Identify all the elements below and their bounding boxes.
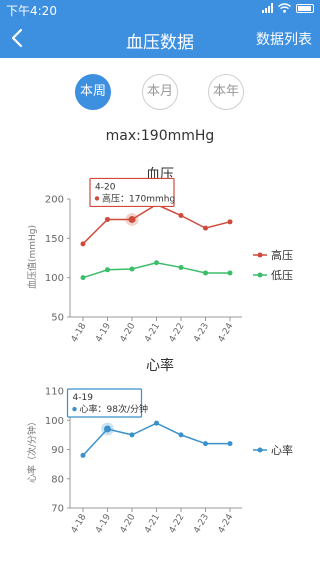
tooltip-separator: ： [98,405,107,415]
x-tick-label: 4-24 [217,321,236,344]
data-point [80,452,86,458]
tooltip-series-label: 心率 [80,403,98,415]
data-point [80,241,86,247]
legend-label: 高压 [271,248,293,262]
y-tick-label: 100 [45,273,64,284]
data-list-button[interactable]: 数据列表 [256,29,312,49]
data-point [154,260,159,266]
tooltip-date: 4-20 [95,182,116,192]
x-tick-label: 4-21 [143,513,162,536]
tab-week[interactable]: 本周 [75,74,111,110]
data-point [178,264,184,270]
tab-year[interactable]: 本年 [208,74,244,110]
x-tick-label: 4-22 [168,322,187,345]
y-tick-label: 50 [51,313,64,324]
tooltip-marker [94,196,100,201]
status-bar: 下午4:20 [0,0,320,18]
chart-title: 心率 [146,357,174,374]
tooltip-value-text: 170mmhg [129,194,175,204]
y-tick-label: 200 [45,195,64,206]
tab-month[interactable]: 本月 [142,74,178,110]
tooltip-separator: ： [120,194,129,204]
heart-rate-chart: 心率 心率（次/分钟） 70 80 90 100 110 4-18 4-19 4-20 4-21… [26,357,293,536]
x-tick-label: 4-20 [119,321,138,344]
legend-marker [257,252,263,258]
data-point [203,270,208,276]
data-point [129,432,135,438]
legend-label: 心率 [271,443,293,457]
data-point [105,216,110,222]
tooltip-marker [72,406,77,412]
status-time: 下午4:20 [6,4,57,18]
blood-pressure-chart: 血压 血压值(mmHg) 501001502004-18 4-19 4-20 4-21… [26,167,293,345]
x-tick-label: 4-24 [217,512,236,535]
x-tick-label: 4-23 [192,322,211,345]
max-value-label: max:190mmHg [105,128,215,144]
x-tick-label: 4-21 [143,322,162,345]
data-point [203,441,208,447]
period-tabs: 本周 本月 本年 [0,72,320,112]
wifi-icon [278,3,291,13]
tooltip-series-label: 高压 [102,192,120,204]
y-tick-label: 90 [51,445,64,456]
x-tick-label: 4-23 [192,513,211,536]
data-point [203,225,208,231]
legend-label: 低压 [271,269,293,282]
data-point [80,275,86,281]
y-tick-label: 80 [51,474,64,485]
y-axis-label: 心率（次/分钟） [26,417,38,483]
status-icons [262,3,314,13]
data-point [227,441,233,447]
battery-icon [296,3,314,13]
y-tick-label: 150 [45,234,64,245]
y-axis-label: 血压值(mmHg) [26,225,38,289]
signal-icon [262,3,273,13]
x-tick-label: 4-18 [70,321,89,344]
data-point [227,270,233,276]
y-tick-label: 100 [45,416,64,427]
x-tick-label: 4-20 [119,512,138,535]
data-point [154,420,159,426]
tooltip-value-text: 98次/分钟 [107,403,149,415]
x-tick-label: 4-22 [168,513,187,536]
y-tick-label: 70 [51,504,64,515]
legend-marker [257,447,263,453]
data-point [178,432,184,438]
tooltip-value: 心率：98次/分钟 [80,403,149,415]
nav-bar: 血压数据 数据列表 [0,18,320,58]
x-tick-label: 4-18 [70,512,89,535]
y-tick-label: 110 [45,387,64,398]
data-point [129,266,135,272]
highlight-point [104,425,111,433]
series-line [82,203,231,245]
data-point [227,219,233,225]
data-point [105,267,110,273]
tooltip-date: 4-19 [73,393,94,403]
highlight-point [128,215,136,223]
tooltip-value: 高压：170mmhg [102,192,175,204]
x-tick-label: 4-19 [94,512,113,535]
legend-marker [257,272,263,278]
x-tick-label: 4-19 [94,321,113,344]
data-point [178,213,184,219]
